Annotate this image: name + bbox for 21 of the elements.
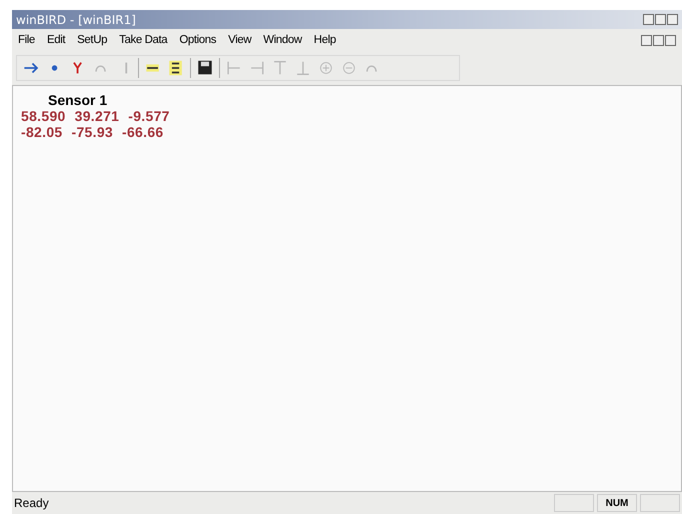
reading-value: -82.05 — [21, 124, 62, 140]
menu-item[interactable]: Edit — [46, 34, 66, 46]
sensor-heading: Sensor 1 — [47, 92, 108, 108]
menu-item[interactable]: Help — [314, 34, 336, 46]
reading-value: -66.66 — [122, 124, 164, 140]
reading-value: 39.271 — [74, 108, 120, 124]
list-icon[interactable] — [167, 59, 185, 77]
menu-item[interactable]: Window — [263, 34, 302, 46]
window-title: winBIRD - [winBIR1] — [16, 12, 136, 26]
menu-item[interactable]: View — [228, 34, 252, 46]
status-panel — [554, 494, 594, 512]
reading-value: -75.93 — [72, 124, 113, 140]
menu-item[interactable]: SetUp — [77, 34, 108, 46]
status-indicator: NUM — [597, 494, 637, 512]
reading-value: 58.590 — [21, 108, 66, 124]
menu-item[interactable]: Options — [179, 34, 216, 46]
menu-item[interactable]: File — [18, 34, 35, 46]
status-message: Ready — [14, 496, 49, 510]
reading-value: -9.577 — [128, 108, 170, 124]
status-panel — [640, 494, 680, 512]
menu-item[interactable]: Take Data — [119, 34, 168, 46]
